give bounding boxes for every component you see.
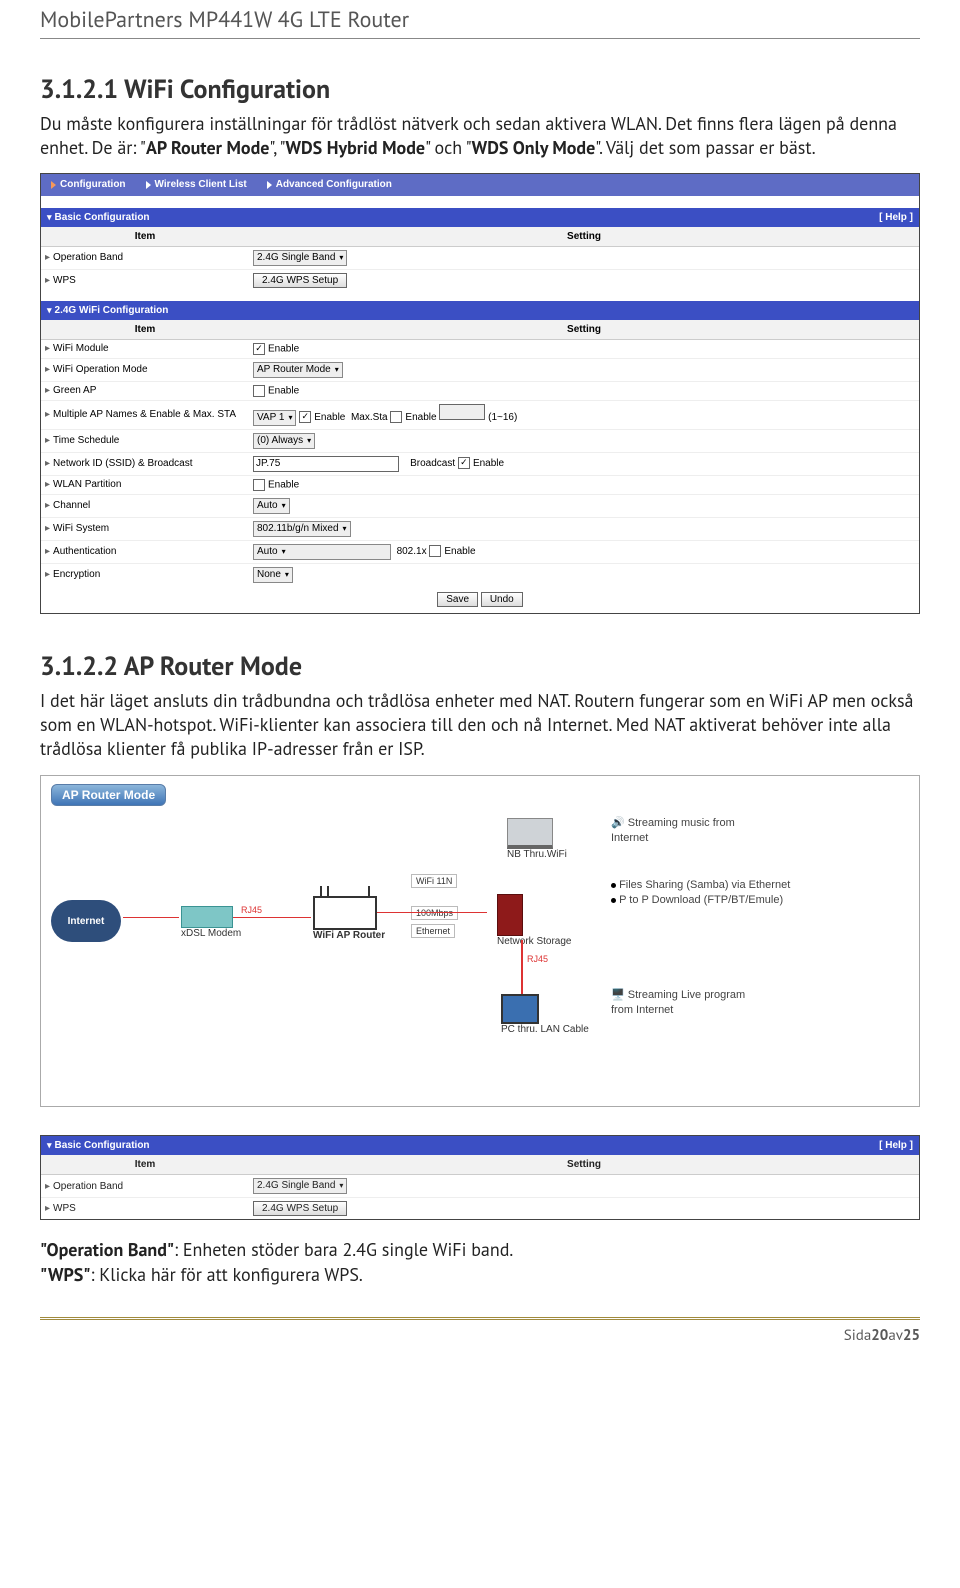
modem-label: xDSL Modem: [181, 928, 241, 939]
channel-select[interactable]: Auto▾: [253, 498, 290, 514]
tab-configuration[interactable]: Configuration: [41, 179, 136, 190]
maxsta-input[interactable]: [439, 404, 485, 420]
pc-label: PC thru. LAN Cable: [501, 1024, 589, 1035]
label-encryption: Encryption: [53, 569, 100, 580]
label-wps: WPS: [53, 275, 76, 286]
router-icon: [313, 896, 377, 930]
auth-select[interactable]: Auto▾: [253, 544, 391, 560]
col-setting: Setting: [249, 227, 919, 247]
maxsta-checkbox[interactable]: [390, 411, 402, 423]
tab-bar: Configuration Wireless Client List Advan…: [41, 174, 919, 196]
label-multiple-ap: Multiple AP Names & Enable & Max. STA: [53, 409, 236, 420]
bullet-icon: [611, 883, 616, 888]
operation-band-note: "Operation Band": Enheten stöder bara 2.…: [40, 1238, 920, 1262]
wps-note: "WPS": Klicka här för att konfigurera WP…: [40, 1263, 920, 1287]
bullet-icon: [611, 898, 616, 903]
wire-rj45-2: [233, 917, 311, 918]
section1-paragraph: Du måste konfigurera inställningar för t…: [40, 112, 920, 161]
green-ap-checkbox[interactable]: [253, 385, 265, 397]
operation-band-select-2[interactable]: 2.4G Single Band▾: [253, 1178, 347, 1194]
col-item: Item: [41, 227, 249, 247]
label-green-ap: Green AP: [53, 385, 96, 396]
tab-wireless-client-list[interactable]: Wireless Client List: [136, 179, 257, 190]
internet-icon: Internet: [51, 900, 121, 942]
save-button[interactable]: Save: [437, 592, 478, 607]
label-wlan-partition: WLAN Partition: [53, 479, 121, 490]
basic-config-screenshot-2: ▾Basic Configuration [ Help ] ItemSettin…: [40, 1135, 920, 1220]
nas-label: Network Storage: [497, 936, 571, 947]
doc-title: MobilePartners MP441W 4G LTE Router: [40, 0, 920, 39]
streaming-live-text: Streaming Live program from Internet: [611, 989, 745, 1015]
label-operation-band-2: Operation Band: [53, 1181, 123, 1192]
wire-rj45-down: [521, 940, 523, 994]
broadcast-checkbox[interactable]: [458, 457, 470, 469]
modem-icon: [181, 906, 233, 928]
section-heading-ap-router-mode: 3.1.2.2 AP Router Mode: [40, 650, 920, 683]
laptop-icon: [507, 818, 553, 849]
schedule-select[interactable]: (0) Always▾: [253, 433, 315, 449]
nas-icon: [497, 894, 523, 936]
wps-setup-button[interactable]: 2.4G WPS Setup: [253, 273, 347, 288]
label-time-schedule: Time Schedule: [53, 435, 119, 446]
ssid-input[interactable]: JP.75: [253, 456, 399, 472]
wire-rj45-1: [123, 917, 179, 918]
undo-button[interactable]: Undo: [481, 592, 523, 607]
section2-paragraph: I det här läget ansluts din trådbundna o…: [40, 689, 920, 762]
help-link-2[interactable]: [ Help ]: [879, 1140, 913, 1151]
router-label: WiFi AP Router: [313, 930, 385, 941]
router-config-screenshot: Configuration Wireless Client List Advan…: [40, 173, 920, 614]
wlan-partition-checkbox[interactable]: [253, 479, 265, 491]
label-authentication: Authentication: [53, 546, 116, 557]
streaming-music-text: Streaming music from Internet: [611, 817, 735, 843]
vap-select[interactable]: VAP 1▾: [253, 410, 296, 426]
100mbps-label: 100Mbps: [411, 906, 458, 920]
wifi-config-header: ▾2.4G WiFi Configuration: [41, 301, 919, 320]
rj45-label-2: RJ45: [527, 954, 548, 964]
vap-enable-checkbox[interactable]: [299, 411, 311, 423]
label-wifi-module: WiFi Module: [53, 343, 109, 354]
label-wps-2: WPS: [53, 1203, 76, 1214]
encryption-select[interactable]: None▾: [253, 567, 293, 583]
help-link[interactable]: [ Help ]: [879, 212, 913, 223]
label-wifi-opmode: WiFi Operation Mode: [53, 364, 147, 375]
label-wifi-system: WiFi System: [53, 523, 109, 534]
wps-setup-button-2[interactable]: 2.4G WPS Setup: [253, 1201, 347, 1216]
speaker-icon: 🔊: [611, 817, 625, 829]
triangle-right-icon: [146, 181, 151, 189]
wifi-opmode-select[interactable]: AP Router Mode▾: [253, 362, 343, 378]
files-sharing-text: Files Sharing (Samba) via Ethernet: [619, 879, 790, 891]
ethernet-label: Ethernet: [411, 924, 455, 938]
tab-advanced-configuration[interactable]: Advanced Configuration: [257, 179, 402, 190]
ap-router-mode-diagram: AP Router Mode Internet xDSL Modem RJ45 …: [40, 775, 920, 1107]
pc-icon: [501, 994, 539, 1024]
operation-band-select[interactable]: 2.4G Single Band▾: [253, 250, 347, 266]
label-operation-band: Operation Band: [53, 252, 123, 263]
p2p-download-text: P to P Download (FTP/BT/Emule): [619, 894, 783, 906]
monitor-icon: 🖥️: [611, 989, 625, 1001]
ap-router-mode-badge: AP Router Mode: [51, 784, 166, 806]
laptop-label: NB Thru.WiFi: [507, 849, 567, 860]
triangle-right-icon: [267, 181, 272, 189]
label-ssid: Network ID (SSID) & Broadcast: [53, 458, 192, 469]
label-channel: Channel: [53, 500, 90, 511]
triangle-right-icon: [51, 181, 56, 189]
wifi-system-select[interactable]: 802.11b/g/n Mixed▾: [253, 521, 351, 537]
basic-config-header: ▾Basic Configuration [ Help ]: [41, 208, 919, 227]
wifi-module-checkbox[interactable]: [253, 343, 265, 355]
basic-config-header-2: ▾Basic Configuration [ Help ]: [41, 1136, 919, 1155]
8021x-checkbox[interactable]: [429, 545, 441, 557]
wire-ethernet: [377, 912, 487, 913]
section-heading-wifi-config: 3.1.2.1 WiFi Configuration: [40, 73, 920, 106]
wifi-11n-label: WiFi 11N: [411, 874, 457, 888]
page-footer: Sida 20 av 25: [40, 1317, 920, 1345]
rj45-label-1: RJ45: [241, 905, 262, 915]
